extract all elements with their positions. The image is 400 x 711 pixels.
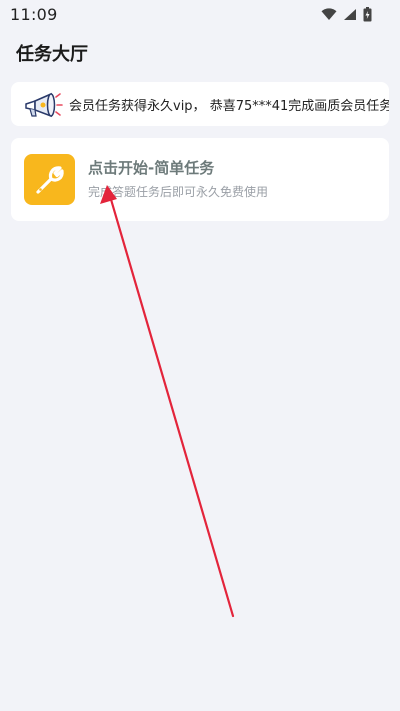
task-title: 点击开始-简单任务 bbox=[88, 159, 215, 177]
signal-icon bbox=[344, 8, 356, 20]
wifi-icon bbox=[321, 7, 337, 20]
battery-icon bbox=[363, 6, 372, 21]
task-icon-tile bbox=[24, 154, 75, 205]
task-subtitle: 完成答题任务后即可永久免费使用 bbox=[88, 185, 269, 199]
status-icons bbox=[321, 6, 372, 22]
status-bar: 11:09 bbox=[0, 0, 400, 28]
ticker-text: 会员任务获得永久vip， 恭喜75***41完成画质会员任务获得永 bbox=[69, 99, 389, 114]
megaphone-icon bbox=[25, 92, 63, 118]
wrench-icon bbox=[35, 165, 64, 194]
announcement-ticker: 会员任务获得永久vip， 恭喜75***41完成画质会员任务获得永 bbox=[11, 82, 389, 126]
page-title: 任务大厅 bbox=[16, 44, 88, 65]
status-time: 11:09 bbox=[10, 4, 58, 24]
simple-task-card[interactable]: 点击开始-简单任务 完成答题任务后即可永久免费使用 bbox=[11, 138, 389, 221]
